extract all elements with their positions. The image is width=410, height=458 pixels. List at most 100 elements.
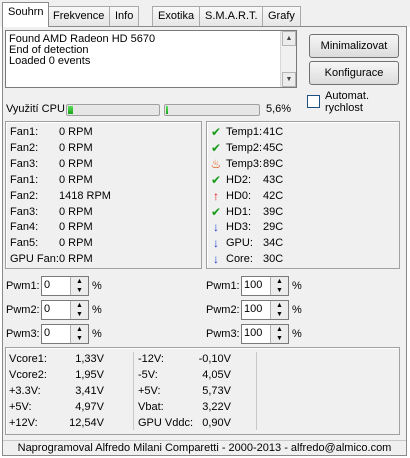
pwm-unit: % bbox=[92, 304, 102, 316]
pwm-label: Pwm1: bbox=[6, 280, 40, 292]
cpu-bar-1-fill bbox=[68, 106, 73, 114]
tab-smart[interactable]: S.M.A.R.T. bbox=[199, 6, 264, 26]
pwm-value[interactable]: 100 bbox=[244, 327, 262, 339]
tab-strip: Souhrn Frekvence Info Exotika S.M.A.R.T.… bbox=[0, 0, 410, 27]
temp-label: HD3: bbox=[226, 221, 252, 234]
temp-value: 30C bbox=[263, 253, 284, 266]
fan-value: 0 RPM bbox=[59, 173, 93, 186]
spin-arrows-icon[interactable]: ▲ ▼ bbox=[70, 277, 88, 295]
scroll-down-icon[interactable]: ▼ bbox=[282, 72, 296, 87]
arrow-down-icon: ↓ bbox=[213, 220, 219, 235]
fan-label: Fan4: bbox=[10, 221, 39, 234]
pwm-unit: % bbox=[292, 304, 302, 316]
tab-grafy[interactable]: Grafy bbox=[262, 6, 301, 26]
fan-label: Fan5: bbox=[10, 237, 39, 250]
check-icon: ✔ bbox=[210, 204, 222, 219]
fan-label: GPU Fan: bbox=[10, 253, 59, 266]
pwm-value[interactable]: 100 bbox=[244, 279, 262, 291]
scroll-up-icon[interactable]: ▲ bbox=[282, 31, 296, 46]
pwm-spinner[interactable]: 100 ▲ ▼ bbox=[241, 276, 289, 296]
pwm-unit: % bbox=[292, 280, 302, 292]
fan-label: Fan2: bbox=[10, 141, 39, 154]
fan-value: 0 RPM bbox=[59, 141, 93, 154]
spin-arrows-icon[interactable]: ▲ ▼ bbox=[70, 325, 88, 343]
fan-value: 0 RPM bbox=[59, 126, 93, 138]
voltage-value: 4,05V bbox=[202, 369, 231, 381]
tab-frekvence[interactable]: Frekvence bbox=[47, 6, 111, 26]
voltage-label: -5V: bbox=[138, 369, 158, 381]
voltage-label: +12V: bbox=[9, 417, 38, 429]
pwm-unit: % bbox=[92, 280, 102, 292]
temp-label: Temp1: bbox=[226, 126, 263, 138]
fan-value: 0 RPM bbox=[59, 221, 93, 234]
pwm-value[interactable]: 0 bbox=[44, 303, 50, 315]
fan-value: 0 RPM bbox=[59, 157, 93, 170]
auto-speed-label: Automat. rychlost bbox=[325, 90, 369, 114]
check-icon: ✔ bbox=[210, 140, 222, 155]
pwm-label: Pwm3: bbox=[206, 328, 240, 340]
pwm-unit: % bbox=[292, 328, 302, 340]
pwm-spinner[interactable]: 0 ▲ ▼ bbox=[41, 324, 89, 344]
log-scrollbar[interactable]: ▲ ▼ bbox=[280, 31, 296, 87]
pwm-label: Pwm2: bbox=[206, 304, 240, 316]
auto-speed-label-line1: Automat. bbox=[325, 90, 370, 102]
temp-value: 34C bbox=[263, 237, 284, 250]
pwm-spinner[interactable]: 0 ▲ ▼ bbox=[41, 276, 89, 296]
spin-arrows-icon[interactable]: ▲ ▼ bbox=[270, 277, 288, 295]
fan-value: 1418 RPM bbox=[59, 189, 111, 202]
voltage-value: 12,54V bbox=[69, 417, 104, 429]
auto-speed-label-line2: rychlost bbox=[325, 102, 363, 114]
tab-souhrn[interactable]: Souhrn bbox=[2, 2, 50, 27]
log-line: Loaded 0 events bbox=[9, 55, 91, 67]
arrow-up-icon: ↑ bbox=[213, 188, 219, 203]
pwm-value[interactable]: 0 bbox=[44, 279, 50, 291]
temp-label: HD0: bbox=[226, 189, 252, 202]
arrow-down-icon: ↓ bbox=[213, 252, 219, 267]
fan-label: Fan2: bbox=[10, 189, 39, 202]
voltage-label: Vcore1: bbox=[9, 353, 47, 365]
voltage-value: 3,22V bbox=[202, 401, 231, 413]
check-icon: ✔ bbox=[210, 125, 222, 139]
temp-value: 39C bbox=[263, 205, 284, 218]
temp-label: HD2: bbox=[226, 173, 252, 186]
spin-arrows-icon[interactable]: ▲ ▼ bbox=[270, 325, 288, 343]
temp-label: HD1: bbox=[226, 205, 252, 218]
voltages-divider bbox=[256, 352, 257, 430]
temp-label: Temp2: bbox=[226, 141, 263, 154]
cpu-bar-1 bbox=[66, 104, 160, 116]
pwm-value[interactable]: 0 bbox=[44, 327, 50, 339]
temp-value: 42C bbox=[263, 189, 284, 202]
pwm-spinner[interactable]: 100 ▲ ▼ bbox=[241, 300, 289, 320]
temp-value: 45C bbox=[263, 141, 284, 154]
configure-button[interactable]: Konfigurace bbox=[309, 61, 399, 85]
pwm-value[interactable]: 100 bbox=[244, 303, 262, 315]
temp-label: Temp3: bbox=[226, 157, 263, 170]
pwm-spinner[interactable]: 0 ▲ ▼ bbox=[41, 300, 89, 320]
pwm-label: Pwm2: bbox=[6, 304, 40, 316]
pwm-label: Pwm1: bbox=[206, 280, 240, 292]
fan-value: 0 RPM bbox=[59, 253, 93, 266]
event-log[interactable]: Found AMD Radeon HD 5670 End of detectio… bbox=[5, 30, 297, 88]
spin-arrows-icon[interactable]: ▲ ▼ bbox=[70, 301, 88, 319]
voltage-value: 5,73V bbox=[202, 385, 231, 397]
check-icon: ✔ bbox=[210, 172, 222, 187]
tab-exotika[interactable]: Exotika bbox=[152, 6, 201, 26]
voltages-divider bbox=[133, 352, 134, 430]
voltage-label: GPU Vddc: bbox=[138, 417, 194, 429]
voltage-value: 0,90V bbox=[202, 417, 231, 429]
temp-value: 41C bbox=[263, 126, 284, 138]
pwm-spinner[interactable]: 100 ▲ ▼ bbox=[241, 324, 289, 344]
voltage-value: 4,97V bbox=[75, 401, 104, 413]
tab-info[interactable]: Info bbox=[109, 6, 140, 26]
fan-label: Fan1: bbox=[10, 173, 39, 186]
voltage-label: +3.3V: bbox=[9, 385, 41, 397]
footer-credits: Naprogramoval Alfredo Milani Comparetti … bbox=[3, 440, 406, 455]
temp-value: 29C bbox=[263, 221, 284, 234]
auto-speed-checkbox[interactable] bbox=[307, 95, 320, 108]
pwm-label: Pwm3: bbox=[6, 328, 40, 340]
cpu-usage-value: 5,6% bbox=[266, 103, 292, 115]
fan-label: Fan3: bbox=[10, 205, 39, 218]
temp-label: Core: bbox=[226, 253, 253, 266]
spin-arrows-icon[interactable]: ▲ ▼ bbox=[270, 301, 288, 319]
minimize-button[interactable]: Minimalizovat bbox=[309, 34, 399, 58]
